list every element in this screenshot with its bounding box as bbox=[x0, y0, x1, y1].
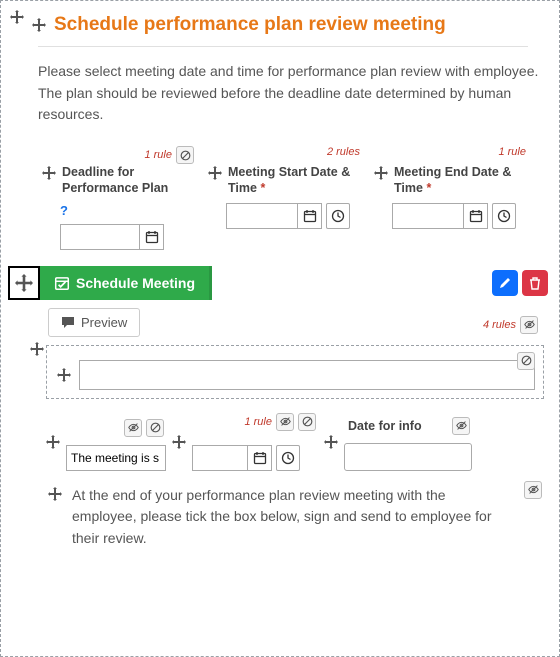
footer-note-text: At the end of your performance plan revi… bbox=[72, 485, 512, 550]
preview-input[interactable] bbox=[79, 360, 535, 390]
move-icon[interactable] bbox=[30, 16, 48, 34]
clock-icon[interactable] bbox=[276, 445, 300, 471]
move-icon[interactable] bbox=[28, 340, 46, 358]
calendar-check-icon bbox=[54, 275, 70, 291]
footer-note-row: At the end of your performance plan revi… bbox=[8, 475, 552, 556]
schedule-row: Schedule Meeting bbox=[8, 266, 552, 300]
move-icon[interactable] bbox=[55, 366, 73, 384]
middle-datetime-field: 1 rule bbox=[192, 413, 318, 471]
start-input[interactable] bbox=[226, 203, 298, 229]
calendar-icon[interactable] bbox=[248, 445, 272, 471]
preview-tab[interactable]: Preview bbox=[48, 308, 140, 337]
clock-icon[interactable] bbox=[326, 203, 350, 229]
meeting-text-input[interactable] bbox=[66, 445, 166, 471]
rule-count: 1 rule bbox=[244, 416, 272, 428]
deadline-input[interactable] bbox=[60, 224, 140, 250]
disabled-icon[interactable] bbox=[176, 146, 194, 164]
move-icon[interactable] bbox=[8, 8, 26, 26]
hidden-icon[interactable] bbox=[524, 481, 542, 499]
hidden-icon[interactable] bbox=[520, 316, 538, 334]
hidden-icon[interactable] bbox=[276, 413, 294, 431]
section-description: Please select meeting date and time for … bbox=[8, 61, 552, 140]
hidden-icon[interactable] bbox=[452, 417, 470, 435]
calendar-icon[interactable] bbox=[464, 203, 488, 229]
move-icon[interactable] bbox=[44, 433, 62, 451]
preview-panel bbox=[46, 345, 544, 399]
section-title: Schedule performance plan review meeting bbox=[54, 14, 446, 36]
calendar-icon[interactable] bbox=[140, 224, 164, 250]
field-label: Meeting Start Date & Time * bbox=[228, 164, 360, 197]
comment-icon bbox=[61, 315, 75, 329]
disabled-icon[interactable] bbox=[146, 419, 164, 437]
field-meeting-start: 2 rules Meeting Start Date & Time * bbox=[200, 160, 366, 258]
divider bbox=[38, 46, 528, 47]
help-icon[interactable]: ? bbox=[60, 203, 194, 218]
rule-count: 2 rules bbox=[327, 146, 360, 158]
schedule-button-label: Schedule Meeting bbox=[76, 275, 195, 291]
edit-button[interactable] bbox=[492, 270, 518, 296]
move-icon[interactable] bbox=[372, 164, 390, 182]
move-icon[interactable] bbox=[40, 164, 58, 182]
move-icon[interactable] bbox=[170, 433, 188, 451]
field-deadline: 1 rule Deadline for Performance Plan ? bbox=[34, 160, 200, 258]
delete-button[interactable] bbox=[522, 270, 548, 296]
move-icon[interactable] bbox=[206, 164, 224, 182]
misc-row: 1 rule Date for info bbox=[8, 409, 552, 475]
clock-icon[interactable] bbox=[492, 203, 516, 229]
meeting-text-field bbox=[66, 419, 166, 471]
form-builder-canvas: Schedule performance plan review meeting… bbox=[0, 0, 560, 657]
field-label: Deadline for Performance Plan bbox=[62, 164, 194, 197]
end-input[interactable] bbox=[392, 203, 464, 229]
middle-input[interactable] bbox=[192, 445, 248, 471]
pencil-icon bbox=[498, 276, 512, 290]
move-handle-selected[interactable] bbox=[8, 266, 40, 300]
field-label: Date for info bbox=[348, 419, 422, 433]
trash-icon bbox=[528, 276, 542, 290]
preview-row: Preview 4 rules bbox=[8, 300, 552, 341]
disabled-icon[interactable] bbox=[298, 413, 316, 431]
calendar-icon[interactable] bbox=[298, 203, 322, 229]
disabled-icon[interactable] bbox=[517, 352, 535, 370]
field-meeting-end: 1 rule Meeting End Date & Time * bbox=[366, 160, 532, 258]
fields-row: 1 rule Deadline for Performance Plan ? 2… bbox=[8, 160, 552, 258]
rule-count: 4 rules bbox=[483, 319, 516, 331]
move-icon[interactable] bbox=[46, 485, 64, 503]
rule-count: 1 rule bbox=[144, 149, 172, 161]
move-icon[interactable] bbox=[322, 433, 340, 451]
schedule-meeting-button[interactable]: Schedule Meeting bbox=[40, 266, 212, 300]
hidden-icon[interactable] bbox=[124, 419, 142, 437]
preview-label: Preview bbox=[81, 315, 127, 330]
field-label: Meeting End Date & Time * bbox=[394, 164, 526, 197]
rule-count: 1 rule bbox=[498, 146, 526, 158]
date-info-field: Date for info bbox=[344, 417, 472, 471]
date-info-input[interactable] bbox=[344, 443, 472, 471]
section-block: Schedule performance plan review meeting… bbox=[4, 4, 556, 560]
